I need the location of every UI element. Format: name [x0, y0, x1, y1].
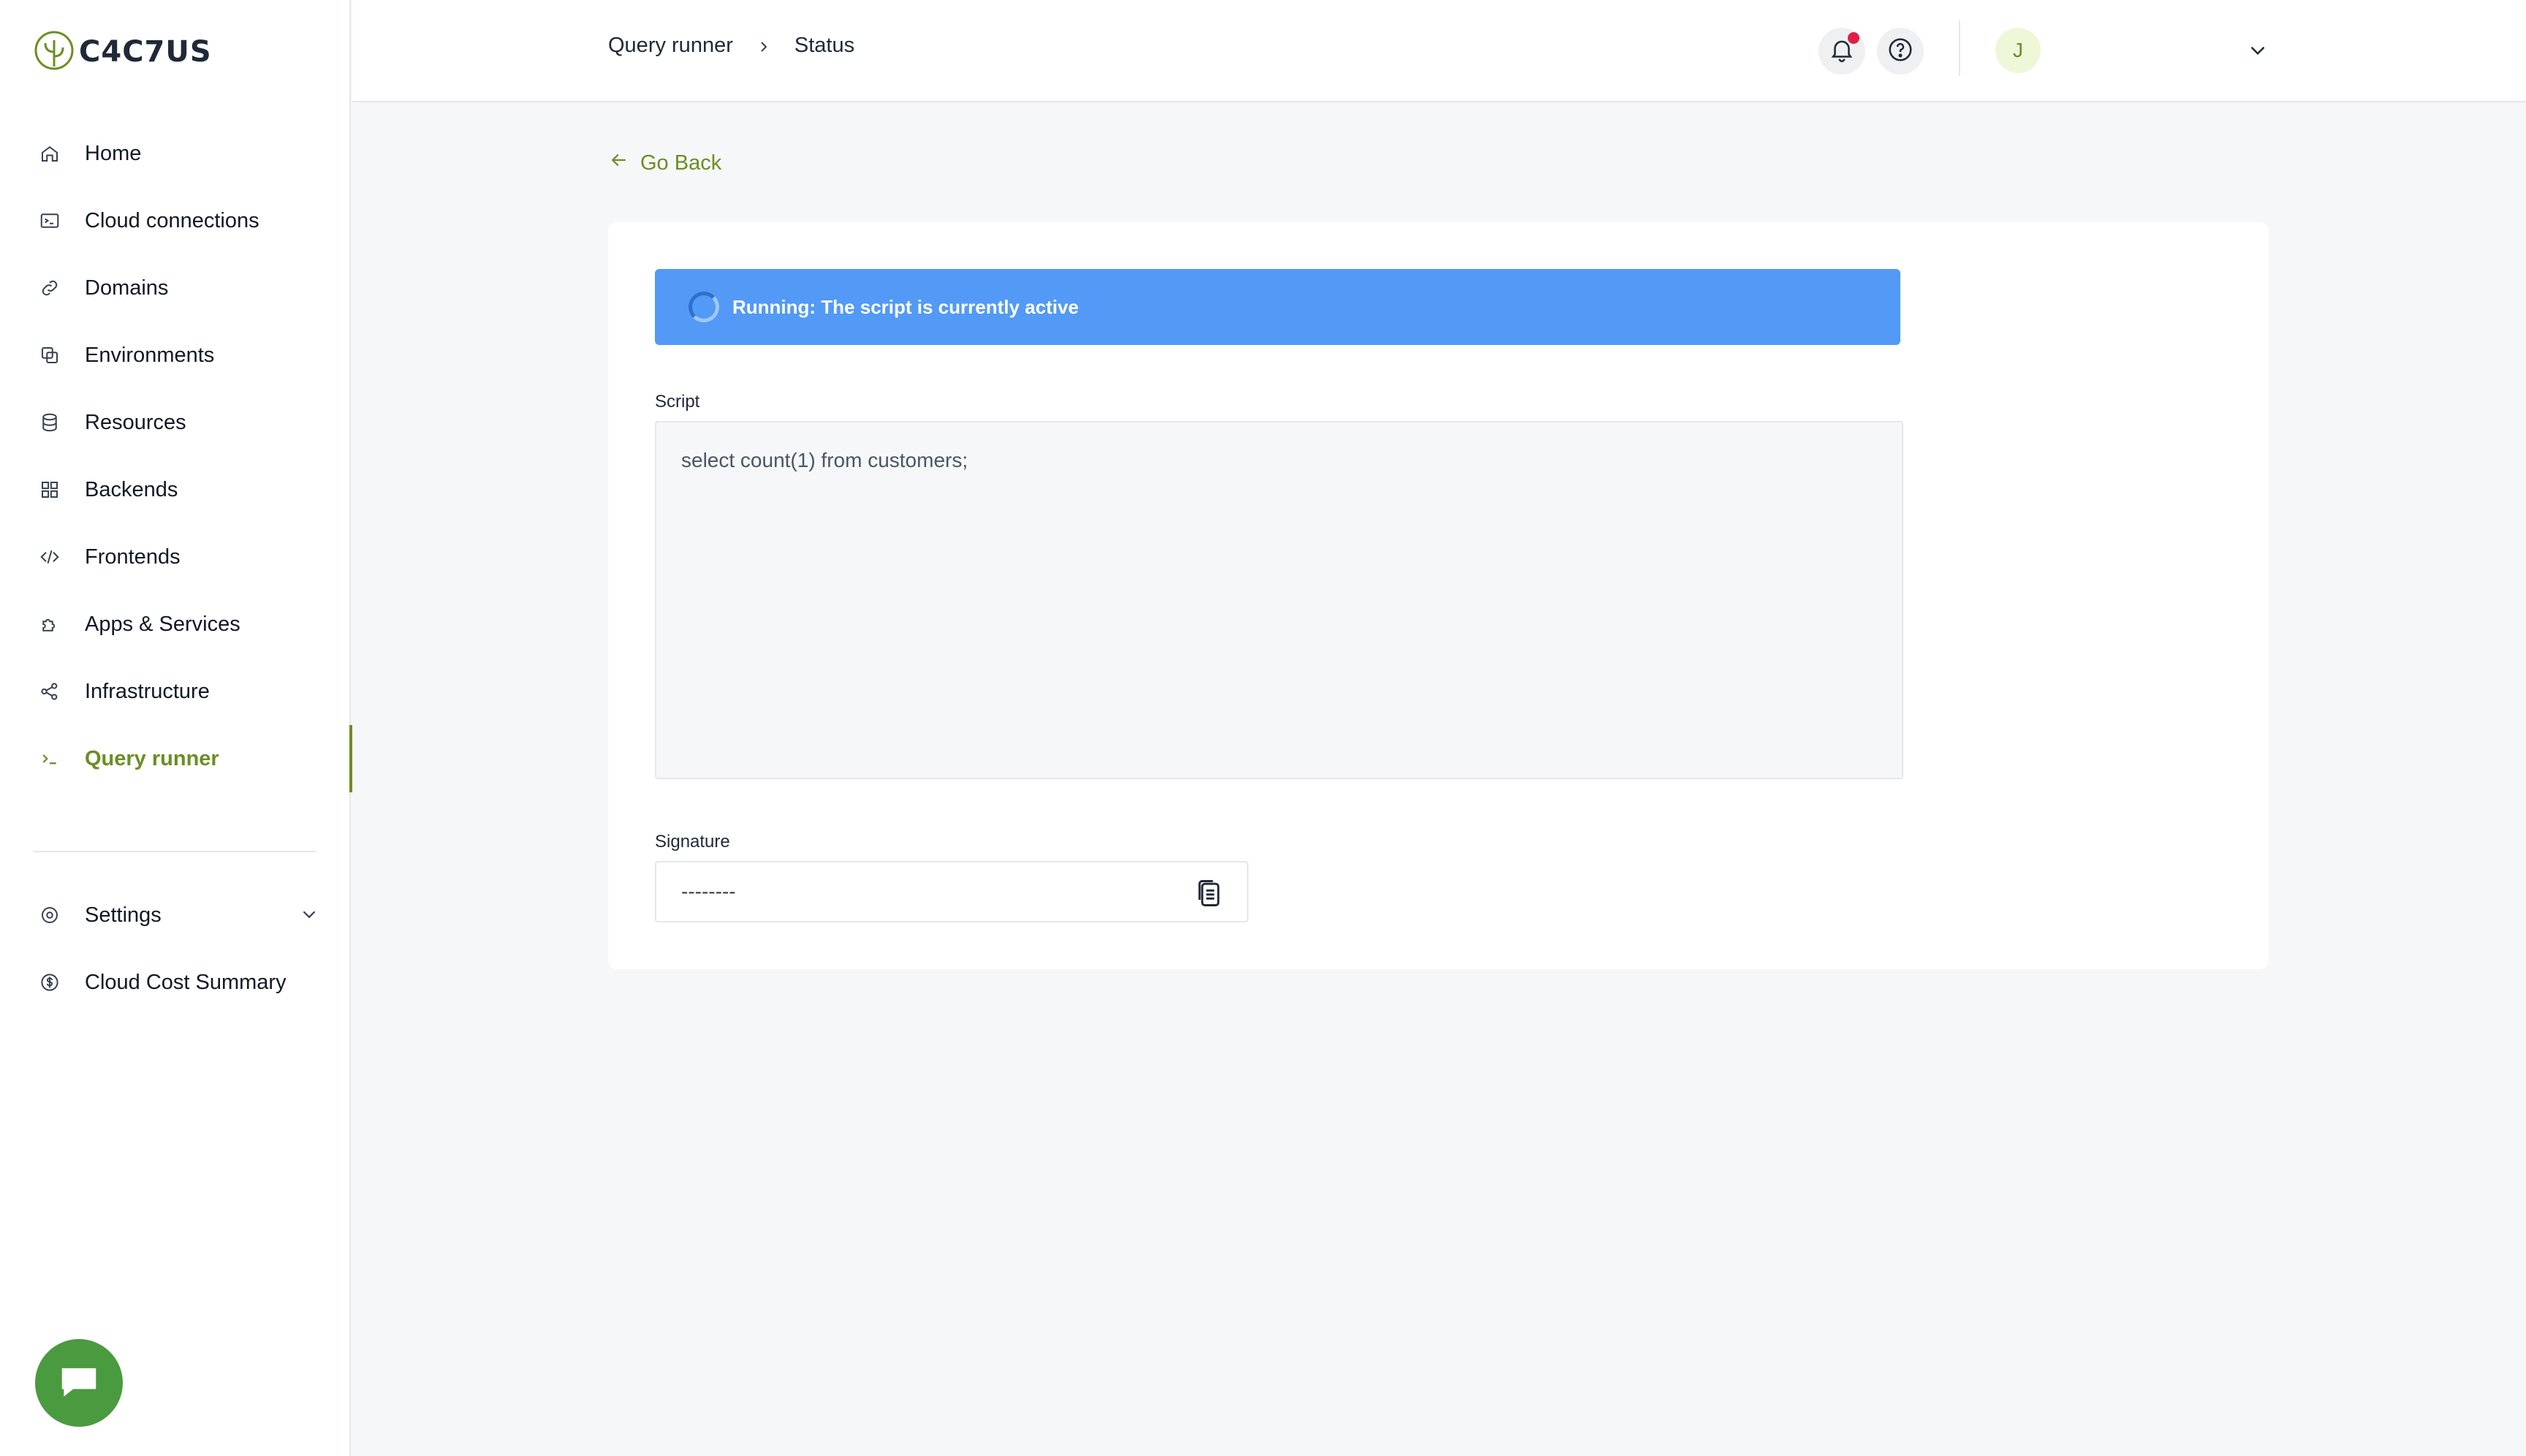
- sidebar-item-label: Backends: [85, 477, 178, 501]
- share-nodes-icon: [37, 678, 63, 705]
- signature-value: --------: [681, 880, 736, 903]
- breadcrumb-item-status: Status: [794, 34, 855, 57]
- gear-icon: [37, 902, 63, 928]
- go-back-link[interactable]: Go Back: [608, 149, 721, 177]
- logo[interactable]: C4C7US: [34, 29, 212, 75]
- dollar-icon: [37, 969, 63, 996]
- environments-icon: [37, 342, 63, 368]
- puzzle-icon: [37, 611, 63, 637]
- notification-dot: [1848, 32, 1859, 44]
- code-icon: [37, 544, 63, 570]
- sidebar-item-label: Cloud connections: [85, 208, 259, 232]
- chevron-right-icon: [755, 37, 773, 55]
- sidebar-item-frontends[interactable]: Frontends: [0, 523, 351, 591]
- question-circle-icon: [1886, 36, 1914, 67]
- sidebar-item-cloud-connections[interactable]: Cloud connections: [0, 187, 351, 254]
- sidebar-item-query-runner[interactable]: Query runner: [0, 725, 352, 792]
- avatar[interactable]: J: [1995, 28, 2041, 73]
- cactus-logo-icon: [34, 30, 75, 75]
- link-icon: [37, 275, 63, 301]
- sidebar: C4C7US Home Cloud connections Domains En…: [0, 0, 352, 1456]
- notifications-button[interactable]: [1818, 28, 1865, 75]
- top-header: Query runner Status J: [352, 0, 2526, 102]
- grid-icon: [37, 477, 63, 503]
- sidebar-item-label: Cloud Cost Summary: [85, 970, 287, 994]
- sidebar-item-label: Domains: [85, 276, 169, 300]
- breadcrumb: Query runner Status: [608, 34, 854, 58]
- script-label: Script: [655, 392, 700, 412]
- sidebar-item-label: Infrastructure: [85, 679, 210, 703]
- sidebar-item-home[interactable]: Home: [0, 120, 351, 187]
- sidebar-item-domains[interactable]: Domains: [0, 254, 351, 322]
- sidebar-item-label: Query runner: [85, 746, 219, 770]
- sidebar-item-label: Home: [85, 141, 142, 165]
- sidebar-item-label: Frontends: [85, 545, 181, 569]
- chat-button[interactable]: [35, 1339, 123, 1427]
- spinner-icon: [689, 292, 719, 322]
- terminal-window-icon: [37, 208, 63, 234]
- sidebar-item-apps-services[interactable]: Apps & Services: [0, 591, 351, 658]
- breadcrumb-item-query-runner[interactable]: Query runner: [608, 34, 733, 58]
- sidebar-item-backends[interactable]: Backends: [0, 456, 351, 523]
- signature-label: Signature: [655, 832, 730, 852]
- signature-field[interactable]: --------: [655, 861, 1248, 922]
- chat-icon: [56, 1359, 102, 1408]
- sidebar-item-environments[interactable]: Environments: [0, 322, 351, 389]
- prompt-icon: [37, 746, 63, 772]
- database-icon: [37, 409, 63, 436]
- sidebar-item-label: Apps & Services: [85, 612, 240, 636]
- sidebar-item-label: Resources: [85, 410, 186, 434]
- sidebar-item-cloud-cost-summary[interactable]: Cloud Cost Summary: [0, 949, 351, 1016]
- status-banner: Running: The script is currently active: [655, 269, 1900, 345]
- sidebar-item-infrastructure[interactable]: Infrastructure: [0, 658, 351, 725]
- home-icon: [37, 140, 63, 167]
- arrow-left-icon: [608, 149, 630, 177]
- header-divider: [1959, 20, 1960, 76]
- copy-icon[interactable]: [1193, 877, 1225, 909]
- sidebar-bottom-nav: Settings Cloud Cost Summary: [0, 881, 351, 1016]
- script-textarea[interactable]: select count(1) from customers;: [655, 421, 1903, 779]
- status-text: Running: The script is currently active: [732, 295, 1079, 318]
- sidebar-item-label: Environments: [85, 343, 215, 367]
- chevron-down-icon[interactable]: [298, 903, 320, 925]
- help-button[interactable]: [1877, 28, 1924, 75]
- sidebar-divider: [34, 851, 316, 852]
- status-card: Running: The script is currently active …: [608, 222, 2269, 969]
- sidebar-nav: Home Cloud connections Domains Environme…: [0, 120, 352, 792]
- logo-text: C4C7US: [79, 35, 212, 69]
- sidebar-item-label: Settings: [85, 903, 162, 927]
- go-back-label: Go Back: [640, 151, 722, 175]
- sidebar-item-resources[interactable]: Resources: [0, 389, 351, 456]
- chevron-down-icon[interactable]: [2245, 38, 2270, 63]
- sidebar-item-settings[interactable]: Settings: [0, 881, 351, 949]
